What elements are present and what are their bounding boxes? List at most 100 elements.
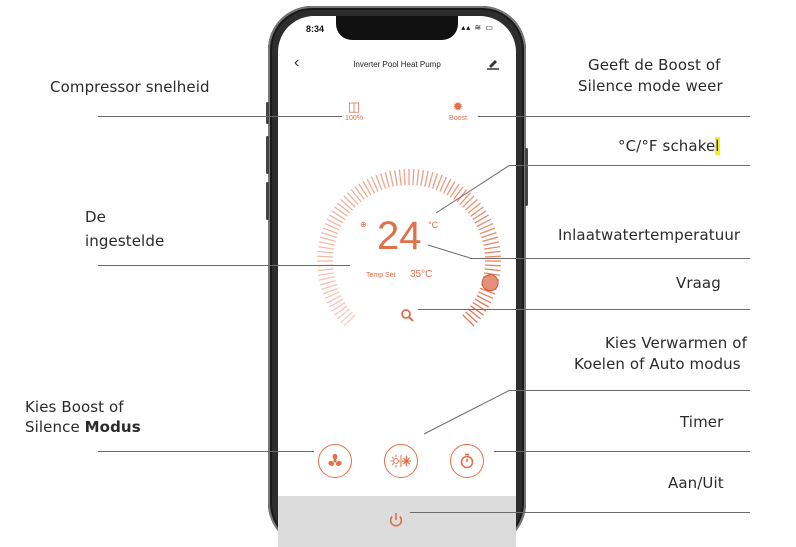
dial-tick [481, 231, 497, 239]
callout-line [98, 265, 350, 266]
notch [336, 16, 458, 40]
dial-tick [484, 264, 501, 267]
dial-tick [420, 170, 425, 187]
fan-icon [328, 453, 342, 466]
dial-tick [484, 268, 501, 272]
dial-tick [482, 236, 499, 242]
temp-set-label: Temp Set [366, 272, 396, 279]
callout-line [418, 309, 750, 310]
dial-tick [416, 169, 420, 186]
dial-tick [428, 171, 434, 188]
fan-mode-button[interactable] [318, 444, 352, 478]
dial-tick [398, 169, 402, 186]
dial-tick [403, 169, 406, 186]
dial-tick [465, 198, 478, 211]
compressor-icon: ◫ [347, 99, 361, 114]
dial-tick [379, 173, 387, 189]
dial-tick [470, 206, 484, 217]
set-temp-label-1: De [85, 208, 106, 226]
dial-tick [459, 192, 472, 205]
timer-icon [460, 453, 474, 469]
dial-tick [321, 231, 337, 239]
status-time: 8:34 [306, 24, 325, 34]
callout-line [410, 512, 750, 513]
callout-line [510, 165, 750, 166]
pencil-icon[interactable] [486, 56, 500, 70]
heat-cool-label-1: Kies Verwarmen of [605, 334, 747, 352]
boost-display-label-1: Geeft de Boost of [588, 56, 721, 74]
dial-tick [343, 195, 356, 208]
dial-handle [481, 274, 499, 292]
dial-tick [334, 305, 348, 316]
side-button [266, 102, 269, 124]
side-button [266, 182, 269, 220]
dial-tick [393, 170, 398, 187]
dial-tick [384, 171, 390, 188]
power-icon[interactable] [386, 510, 406, 530]
dial-tick [340, 311, 353, 324]
side-button [266, 136, 269, 174]
dial-tick [317, 255, 334, 258]
set-temp-label-2: ingestelde [85, 232, 165, 250]
callout-line [470, 258, 750, 259]
dial-tick [318, 272, 335, 277]
search-icon[interactable] [400, 308, 414, 322]
boost-silence-label-2: Silence Modus [25, 418, 141, 436]
dial-tick [350, 189, 362, 203]
mode-stat: ✹ Boost [428, 99, 488, 123]
dial-tick [319, 280, 336, 286]
dial-tick [337, 308, 351, 320]
dial-tick [470, 305, 484, 316]
phone-frame: 8:34 ▴▴ ≋ ▭ ‹ Inverter Pool Heat Pump ◫ … [266, 6, 528, 547]
side-button [525, 148, 528, 206]
dial-tick [484, 250, 501, 254]
dial-tick [462, 314, 475, 327]
sun-icon: ✹ [452, 99, 464, 114]
unit-switch-label: °C/°F schakel [618, 137, 720, 155]
dial-tick [346, 192, 359, 205]
inlet-temperature: 24 [377, 214, 422, 258]
dial-tick [483, 245, 500, 250]
callout-line [494, 451, 750, 452]
dial-tick [318, 276, 335, 281]
dial-tick [343, 314, 356, 327]
temperature-mark: ⊕ [360, 220, 367, 229]
dial-tick [317, 250, 334, 254]
callout-line [98, 451, 314, 452]
timer-label: Timer [680, 413, 724, 431]
query-label: Vraag [676, 274, 721, 292]
callout-line [478, 116, 750, 117]
temperature-dial[interactable] [314, 166, 504, 356]
dial-tick [318, 245, 335, 250]
dial-tick [424, 170, 429, 187]
boost-silence-label-1: Kies Boost of [25, 398, 124, 416]
temp-set-value: 35°C [410, 269, 433, 280]
status-icons: ▴▴ ≋ ▭ [461, 23, 494, 32]
on-off-label: Aan/Uit [668, 474, 724, 492]
dial-tick [431, 173, 439, 189]
dial-tick [453, 186, 464, 200]
timer-button[interactable] [450, 444, 484, 478]
page-title: Inverter Pool Heat Pump [353, 60, 441, 69]
heat-cool-label-2: Koelen of Auto modus [574, 355, 741, 373]
unit-switch[interactable]: °C [428, 220, 438, 230]
compressor-speed-label: Compressor snelheid [50, 78, 210, 96]
dial-tick [340, 198, 353, 211]
heat-cool-mode-button[interactable] [384, 444, 418, 478]
boost-display-label-2: Silence mode weer [578, 77, 723, 95]
dial-tick [467, 308, 481, 320]
dial-tick [317, 268, 334, 272]
compressor-stat: ◫ 100% [324, 99, 384, 123]
dial-tick [337, 202, 351, 214]
inlet-temp-label: Inlaatwatertemperatuur [558, 226, 741, 244]
dial-tick [354, 186, 365, 200]
callout-line [98, 116, 342, 117]
bottom-bar [278, 496, 516, 547]
callout-line [510, 390, 750, 391]
dial-tick [456, 189, 468, 203]
dial-tick [412, 169, 415, 186]
dial-tick [321, 283, 337, 291]
dial-tick [483, 241, 500, 246]
dial-tick [484, 255, 501, 258]
dial-tick [318, 241, 335, 246]
